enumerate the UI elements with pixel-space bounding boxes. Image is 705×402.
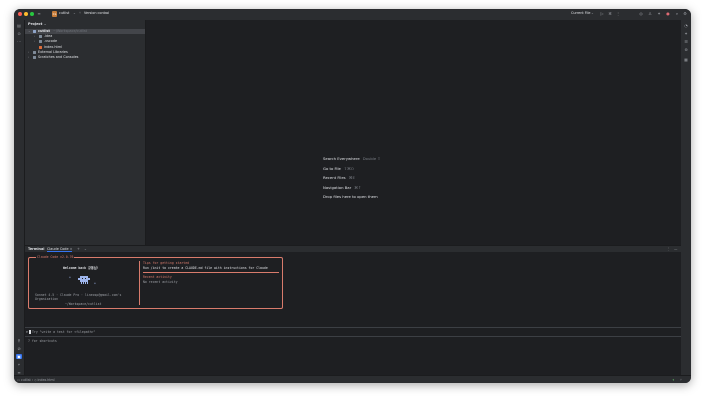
- folder-icon: [39, 40, 42, 44]
- minimize-window-button[interactable]: [24, 12, 28, 16]
- services-icon[interactable]: ⚲: [16, 338, 22, 343]
- run-icon[interactable]: ▷: [600, 12, 604, 16]
- editor-area[interactable]: Search Everywhere Double ⇧ Go to File ⇧⌘O Re…: [146, 20, 681, 245]
- shortcut-key: ⌘E: [348, 175, 355, 180]
- project-selector[interactable]: cutlist: [59, 11, 69, 15]
- right-tool-strip: ◔ ✦ ☰ ⊚ ▦: [680, 20, 691, 375]
- project-pane-title[interactable]: Project ⌄: [28, 22, 47, 26]
- database-icon[interactable]: ☰: [683, 39, 689, 44]
- tree-item[interactable]: › Scratches and Consoles: [25, 55, 145, 60]
- terminal-content[interactable]: Claude Code v2.0.76 Welcome back 규동님! * …: [25, 252, 681, 375]
- left-tool-strip: ▤ ⊙ ⋯ ⚲ ⊘ ▣ ⑂ ≡: [14, 20, 25, 375]
- editor-hint: Navigation Bar ⌘↑: [323, 184, 362, 190]
- run-config-chevron-icon[interactable]: ⌄: [591, 11, 594, 15]
- more-actions-icon[interactable]: ⋮: [616, 12, 620, 16]
- org-info: Organization: [35, 297, 59, 301]
- git-status-icon[interactable]: ⑂: [680, 378, 682, 382]
- branch-icon: ⑂: [79, 11, 82, 15]
- cwd-path: ~/Workspace/cutlist: [65, 302, 102, 306]
- folder-icon: [33, 50, 36, 54]
- folder-icon: ▭: [17, 378, 21, 382]
- editor-hint: Search Everywhere Double ⇧: [323, 156, 381, 161]
- terminal-options-icon[interactable]: ⋮: [667, 247, 670, 251]
- shortcut-key: Double ⇧: [362, 156, 381, 161]
- close-window-button[interactable]: [18, 12, 22, 16]
- prompt-top-rule: [25, 327, 681, 328]
- ide-window: ≡ CL cutlist ⌄ ⑂ Version control ⌄ Curre…: [14, 9, 691, 383]
- editor-hint: Recent Files ⌘E: [323, 175, 355, 180]
- sparkle-left-icon: *: [69, 276, 71, 280]
- welcome-box-divider: [139, 261, 140, 305]
- welcome-text: Welcome back 규동님!: [63, 266, 99, 270]
- settings-icon[interactable]: ⚙: [683, 12, 687, 16]
- collapse-chevron-icon[interactable]: ›: [28, 55, 29, 60]
- folder-icon: [33, 30, 36, 33]
- prompt-symbol: >: [26, 330, 28, 334]
- ai-status-icon[interactable]: ✦: [672, 378, 675, 382]
- sparkle-right-icon: *: [94, 282, 96, 286]
- commit-tool-icon[interactable]: ⊙: [16, 31, 22, 36]
- status-bar: ▭ cutlist › ◇ index.html ✦ ⑂: [14, 375, 691, 383]
- account-icon[interactable]: ♙: [648, 12, 652, 16]
- folder-icon: [39, 35, 42, 39]
- project-pane: Project ⌄ ⌄ cutlist ~/Workspace/cutlist › .i…: [25, 20, 146, 245]
- tab-options-chevron-icon[interactable]: ⌄: [84, 247, 87, 251]
- editor-hint: Drop files here to open them: [323, 194, 378, 199]
- project-badge: CL: [52, 11, 57, 17]
- tree-item-label: Scratches and Consoles: [38, 55, 79, 59]
- text-cursor: [29, 330, 31, 334]
- search-icon[interactable]: ⌕: [675, 12, 679, 16]
- claude-mascot-icon: [78, 276, 90, 284]
- more-tools-icon[interactable]: ⋯: [16, 39, 22, 44]
- notifications-icon[interactable]: ◔: [683, 23, 689, 28]
- gradle-icon[interactable]: ⊚: [683, 47, 689, 52]
- terminal-tool-icon[interactable]: ▣: [16, 354, 22, 359]
- claude-welcome-box: Claude Code v2.0.76 Welcome back 규동님! * …: [28, 255, 283, 309]
- html-file-icon: [39, 45, 42, 49]
- git-icon[interactable]: ⑂: [16, 362, 22, 367]
- shortcut-key: ⌘↑: [354, 184, 362, 190]
- hide-panel-icon[interactable]: —: [674, 247, 677, 251]
- ai-assistant-icon[interactable]: ✦: [657, 12, 661, 16]
- editor-hint: Go to File ⇧⌘O: [323, 165, 354, 171]
- maximize-window-button[interactable]: [30, 12, 34, 16]
- debug-icon[interactable]: ✲: [608, 12, 612, 16]
- terminal-panel-title[interactable]: Terminal: [28, 247, 44, 251]
- main-menu-icon[interactable]: ≡: [37, 12, 41, 16]
- project-chevron-icon[interactable]: ⌄: [73, 11, 76, 15]
- claude-welcome-left: Welcome back 규동님! * * Sonnet 4.5 · Claud…: [29, 258, 139, 308]
- tips-title: Tips for getting started: [143, 261, 190, 265]
- recent-activity-body: No recent activity: [143, 280, 178, 284]
- recent-activity-title: Recent activity: [143, 275, 172, 279]
- new-tab-icon[interactable]: +: [77, 247, 80, 251]
- breadcrumb-item[interactable]: cutlist: [21, 378, 31, 382]
- shortcuts-hint: ? for shortcuts: [28, 339, 57, 343]
- prompt-input[interactable]: Try "write a test for <filepath>": [32, 330, 95, 334]
- notifications-badge-icon[interactable]: ●: [666, 12, 670, 16]
- structure-icon[interactable]: ▦: [683, 57, 689, 62]
- project-tool-icon[interactable]: ▤: [16, 23, 22, 28]
- breadcrumb-item[interactable]: index.html: [38, 378, 55, 382]
- project-path: ~/Workspace/cutlist: [53, 29, 87, 33]
- breadcrumb-separator-icon: ›: [31, 378, 34, 382]
- run-config-selector[interactable]: Current File: [571, 11, 591, 15]
- folder-icon: [33, 56, 36, 59]
- problems-icon[interactable]: ⊘: [16, 346, 22, 351]
- html-file-icon: ◇: [34, 378, 37, 382]
- tips-body: Run /init to create a CLAUDE.md file wit…: [143, 266, 268, 270]
- vcs-chevron-icon[interactable]: ⌄: [105, 11, 108, 15]
- close-tab-icon[interactable]: ×: [70, 247, 73, 251]
- prompt-bottom-rule: [25, 336, 681, 337]
- shortcut-key: ⇧⌘O: [343, 165, 354, 171]
- breadcrumb[interactable]: ▭ cutlist › ◇ index.html: [17, 378, 55, 382]
- tips-separator: [143, 272, 279, 273]
- ai-chat-icon[interactable]: ✦: [683, 31, 689, 36]
- code-with-me-icon[interactable]: ◎: [639, 12, 643, 16]
